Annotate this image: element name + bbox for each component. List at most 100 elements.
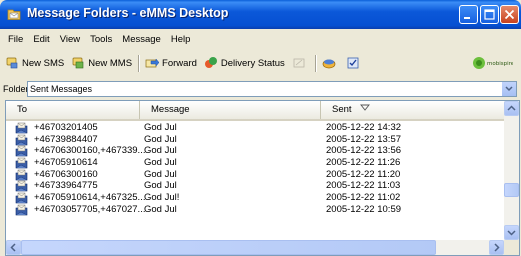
menu-help[interactable]: Help	[166, 33, 196, 47]
table-row[interactable]: +46706300160 God Jul 2005-12-22 11:20	[6, 169, 504, 181]
row-message: God Jul	[144, 168, 177, 180]
folder-value: Sent Messages	[30, 84, 93, 94]
list-header: To Message Sent	[6, 101, 504, 121]
new-mms-icon	[72, 57, 84, 69]
close-icon	[504, 9, 515, 20]
column-header-sent[interactable]: Sent	[321, 101, 504, 119]
scroll-left-button[interactable]	[6, 240, 21, 255]
message-rows: +46703201405 God Jul 2005-12-22 14:32 +4673…	[6, 122, 504, 216]
menu-view[interactable]: View	[55, 33, 85, 47]
horizontal-scrollbar[interactable]	[6, 240, 504, 255]
folder-select[interactable]: Sent Messages	[27, 81, 517, 97]
sent-message-icon	[15, 146, 28, 157]
close-button[interactable]	[500, 5, 519, 24]
table-row[interactable]: +46733964775 God Jul 2005-12-22 11:03	[6, 180, 504, 192]
chevron-right-icon	[494, 243, 500, 252]
sent-message-icon	[15, 204, 28, 216]
folder-envelope-icon	[7, 9, 21, 20]
forward-label: Forward	[162, 57, 197, 69]
row-to: +46705910614	[34, 157, 98, 169]
mobispire-logo: mobispire	[473, 57, 513, 69]
column-header-message[interactable]: Message	[140, 101, 321, 119]
table-row[interactable]: +46703201405 God Jul 2005-12-22 14:32	[6, 122, 504, 134]
toolbar-separator	[138, 54, 141, 72]
row-message: God Jul	[144, 180, 177, 192]
column-header-to[interactable]: To	[6, 101, 140, 119]
forward-button[interactable]: Forward	[142, 53, 201, 73]
horizontal-scroll-thumb[interactable]	[21, 240, 436, 255]
new-sms-button[interactable]: New SMS	[2, 53, 68, 73]
menu-bar: File Edit View Tools Message Help	[3, 33, 195, 47]
row-to: +46739884407	[34, 133, 98, 145]
column-sent-label: Sent	[332, 104, 352, 115]
menu-edit[interactable]: Edit	[28, 33, 54, 47]
sent-message-icon	[15, 181, 28, 192]
row-sent: 2005-12-22 14:32	[326, 122, 402, 133]
disabled-tool-icon	[293, 58, 305, 68]
scroll-down-button[interactable]	[504, 225, 519, 240]
delivery-status-button[interactable]: Delivery Status	[201, 53, 289, 73]
message-list: To Message Sent +46703201405 God Jul 2005-…	[5, 100, 520, 256]
column-to-label: To	[17, 104, 28, 115]
sent-message-icon	[15, 169, 28, 181]
window-title: Message Folders - eMMS Desktop	[27, 6, 229, 20]
row-sent: 2005-12-22 13:57	[326, 133, 402, 145]
menu-message[interactable]: Message	[117, 33, 166, 47]
chevron-up-icon	[507, 105, 516, 111]
row-sent: 2005-12-22 11:20	[326, 168, 401, 180]
send-receive-button[interactable]	[319, 53, 343, 73]
row-to: +46705910614,+467325...	[34, 192, 146, 204]
table-row[interactable]: +46706300160,+467339... God Jul 2005-12-22…	[6, 145, 504, 157]
row-to: +46706300160,+467339...	[34, 145, 146, 157]
chevron-down-icon	[505, 86, 513, 92]
row-sent: 2005-12-22 11:02	[326, 192, 401, 204]
title-bar[interactable]: Message Folders - eMMS Desktop	[0, 0, 521, 29]
new-mms-label: New MMS	[88, 57, 133, 69]
sent-message-icon	[15, 157, 28, 169]
table-row[interactable]: +46703057705,+467027... God Jul 2005-12-22…	[6, 204, 504, 216]
sort-descending-icon	[360, 104, 371, 111]
column-message-label: Message	[151, 104, 190, 115]
delivery-status-icon	[204, 57, 217, 68]
menu-tools[interactable]: Tools	[85, 33, 117, 47]
folder-dropdown-button[interactable]	[502, 82, 516, 96]
row-to: +46733964775	[34, 180, 98, 192]
row-sent: 2005-12-22 10:59	[326, 203, 402, 215]
row-to: +46703057705,+467027...	[34, 203, 146, 215]
vertical-scroll-thumb[interactable]	[504, 183, 519, 197]
sent-message-icon	[15, 122, 28, 134]
row-to: +46703201405	[34, 122, 98, 133]
row-sent: 2005-12-22 11:26	[326, 157, 401, 169]
vertical-scrollbar[interactable]	[504, 101, 519, 240]
row-sent: 2005-12-22 13:56	[326, 145, 402, 157]
maximize-button[interactable]	[480, 5, 499, 24]
chevron-left-icon	[10, 243, 16, 252]
forward-icon	[145, 58, 160, 68]
sent-message-icon	[15, 134, 28, 145]
new-mms-button[interactable]: New MMS	[68, 53, 136, 73]
chevron-down-icon	[507, 230, 516, 236]
new-sms-icon	[6, 57, 18, 69]
row-message: God Jul	[144, 122, 177, 133]
scroll-up-button[interactable]	[504, 101, 519, 116]
check-icon	[347, 57, 359, 69]
table-row[interactable]: +46739884407 God Jul 2005-12-22 13:57	[6, 134, 504, 146]
toolbar-separator	[314, 54, 317, 72]
scroll-right-button[interactable]	[489, 240, 504, 255]
menu-file[interactable]: File	[3, 33, 28, 47]
table-row[interactable]: +46705910614 God Jul 2005-12-22 11:26	[6, 157, 504, 169]
maximize-icon	[484, 9, 495, 20]
disabled-tool-button[interactable]	[289, 53, 313, 73]
new-sms-label: New SMS	[22, 57, 65, 69]
row-message: God Jul	[144, 133, 177, 145]
delivery-status-label: Delivery Status	[220, 57, 285, 69]
minimize-icon	[464, 17, 470, 19]
check-button[interactable]	[343, 53, 367, 73]
logo-text: mobispire	[487, 61, 513, 67]
send-receive-icon	[322, 59, 336, 69]
table-row[interactable]: +46705910614,+467325... God Jul! 2005-12-2…	[6, 192, 504, 204]
minimize-button[interactable]	[459, 5, 478, 24]
folder-label: Folder	[3, 84, 29, 94]
row-to: +46706300160	[34, 168, 98, 180]
row-message: God Jul	[144, 145, 177, 157]
